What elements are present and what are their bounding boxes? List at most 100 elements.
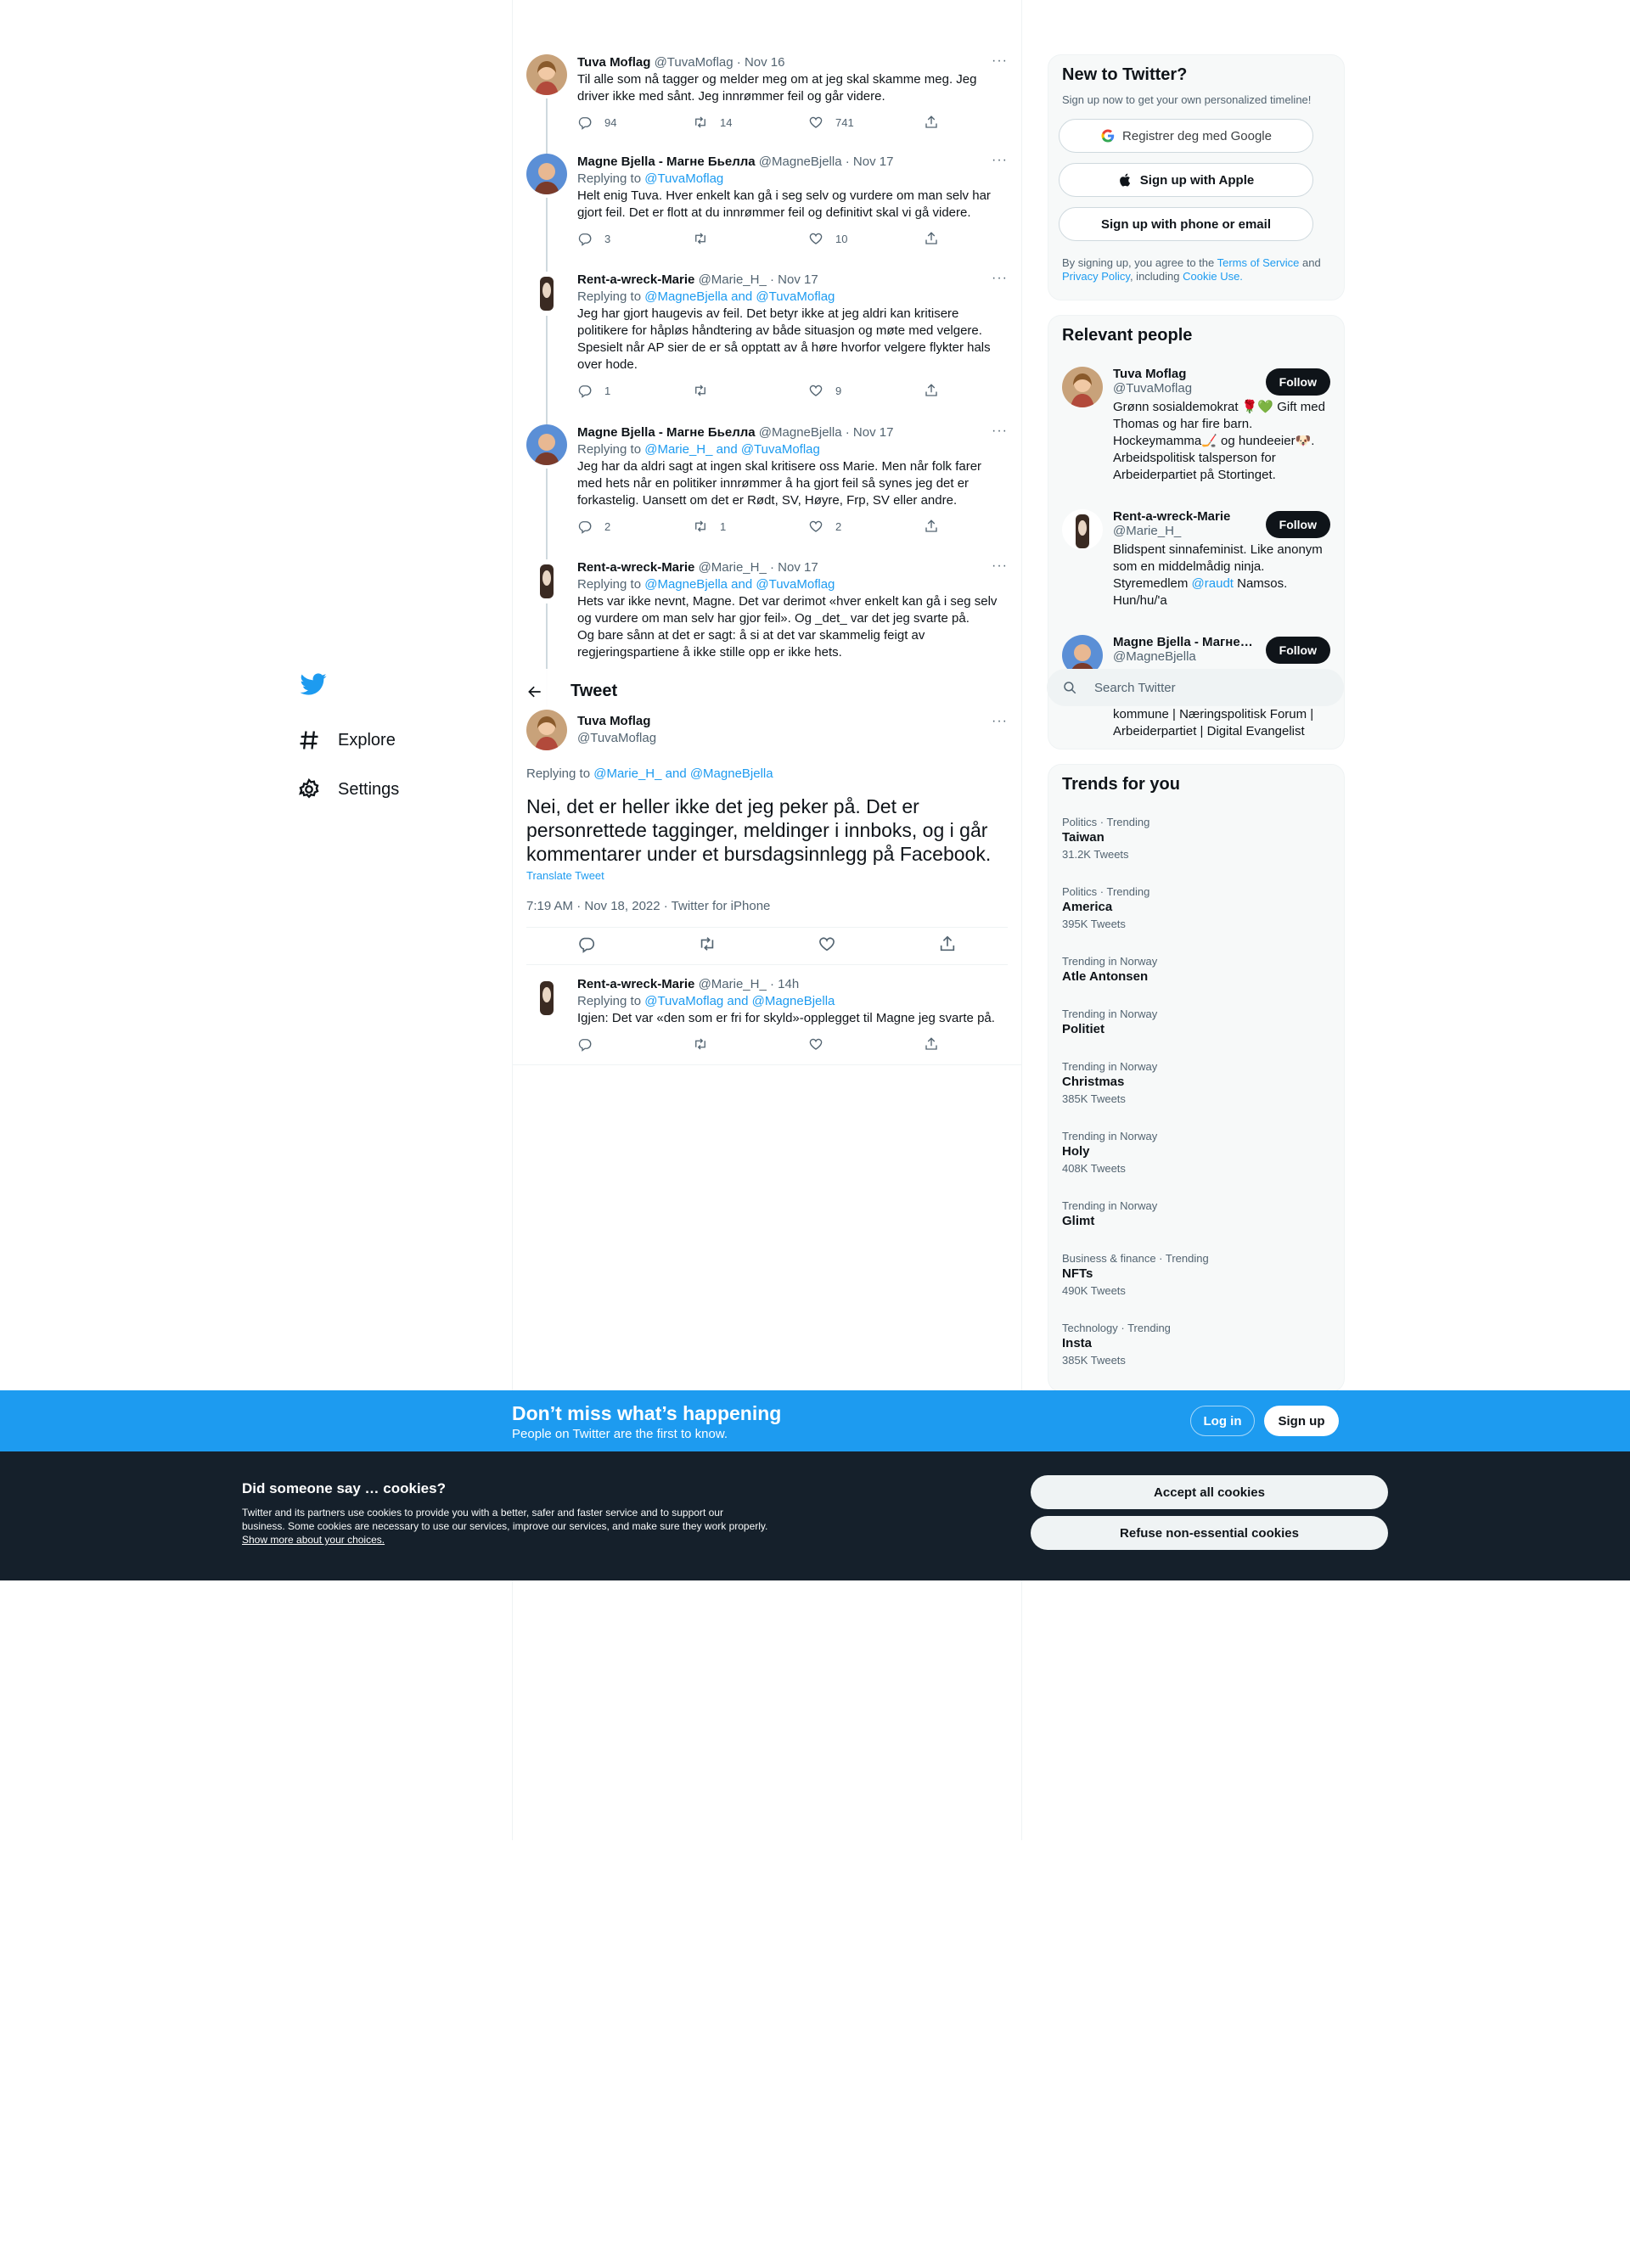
reply-button[interactable]: 1 <box>577 383 693 398</box>
like-button[interactable]: 10 <box>808 231 924 246</box>
tweet-date[interactable]: Nov 17 <box>853 154 894 169</box>
avatar[interactable] <box>526 559 567 600</box>
person-cell[interactable]: Rent-a-wreck-Marie @Marie_H_ Follow Blid… <box>1062 509 1330 609</box>
avatar[interactable] <box>526 154 567 194</box>
refuse-cookies-button[interactable]: Refuse non-essential cookies <box>1031 1516 1388 1550</box>
terms-link[interactable]: Terms of Service <box>1217 256 1300 269</box>
trend-item[interactable]: Politics · Trending Taiwan 31.2K Tweets <box>1062 816 1330 862</box>
trend-item[interactable]: Trending in Norway Politiet <box>1062 1008 1330 1038</box>
trend-item[interactable]: Trending in Norway Atle Antonsen <box>1062 955 1330 985</box>
avatar[interactable] <box>526 272 567 312</box>
author-name[interactable]: Rent-a-wreck-Marie <box>577 560 694 575</box>
person-handle[interactable]: @Marie_H_ <box>1113 524 1254 538</box>
trend-item[interactable]: Politics · Trending America 395K Tweets <box>1062 885 1330 931</box>
more-icon[interactable]: ··· <box>992 154 1008 167</box>
retweet-button[interactable] <box>693 383 808 398</box>
back-arrow-icon[interactable] <box>526 683 543 700</box>
replying-link[interactable]: @TuvaMoflag <box>644 171 723 186</box>
like-button[interactable]: 741 <box>808 115 924 130</box>
thread-tweet[interactable]: Rent-a-wreck-Marie @Marie_H_ · Nov 17 ··… <box>526 272 1008 424</box>
more-icon[interactable]: ··· <box>992 272 1008 285</box>
follow-button[interactable]: Follow <box>1265 511 1330 538</box>
person-handle[interactable]: @TuvaMoflag <box>1113 381 1254 396</box>
avatar[interactable] <box>1062 509 1103 550</box>
phone-email-signup-button[interactable]: Sign up with phone or email <box>1059 207 1313 241</box>
author-handle[interactable]: @Marie_H_ <box>699 272 767 287</box>
like-button[interactable]: 2 <box>808 519 924 534</box>
person-name[interactable]: Rent-a-wreck-Marie <box>1113 509 1254 524</box>
author-name[interactable]: Magne Bjella - Магне Бьелла <box>577 425 756 440</box>
google-signup-button[interactable]: Registrer deg med Google <box>1059 119 1313 153</box>
author-handle[interactable]: @TuvaMoflag <box>655 55 734 70</box>
like-button[interactable]: 9 <box>808 383 924 398</box>
replying-link[interactable]: @TuvaMoflag and @MagneBjella <box>644 994 835 1008</box>
author-handle[interactable]: @MagneBjella <box>759 425 842 440</box>
cookie-use-link[interactable]: Cookie Use. <box>1183 270 1243 283</box>
more-icon[interactable]: ··· <box>992 715 1008 728</box>
heart-icon[interactable] <box>818 935 836 953</box>
author-name[interactable]: Magne Bjella - Магне Бьелла <box>577 154 756 169</box>
share-button[interactable] <box>924 1036 951 1052</box>
replying-link[interactable]: @Marie_H_ and @MagneBjella <box>593 766 773 781</box>
share-button[interactable] <box>924 115 951 130</box>
replying-link[interactable]: @MagneBjella and @TuvaMoflag <box>644 577 835 592</box>
apple-signup-button[interactable]: Sign up with Apple <box>1059 163 1313 197</box>
share-button[interactable] <box>924 231 951 246</box>
nav-settings[interactable]: Settings <box>297 765 509 814</box>
person-name[interactable]: Tuva Moflag <box>1113 367 1254 381</box>
search-bar[interactable] <box>1047 669 1344 706</box>
nav-explore[interactable]: Explore <box>297 716 509 765</box>
replying-link[interactable]: @Marie_H_ and @TuvaMoflag <box>644 442 820 457</box>
tweet-date[interactable]: Nov 16 <box>745 55 785 70</box>
retweet-button[interactable]: 14 <box>693 115 808 130</box>
trend-item[interactable]: Business & finance · Trending NFTs 490K Tw… <box>1062 1252 1330 1298</box>
search-input[interactable] <box>1094 680 1315 695</box>
avatar[interactable] <box>526 424 567 465</box>
thread-tweet[interactable]: Tuva Moflag @TuvaMoflag · Nov 16 ··· Til… <box>526 54 1008 194</box>
tweet-date[interactable]: Nov 17 <box>853 425 894 440</box>
twitter-logo-icon[interactable] <box>299 671 328 699</box>
trend-item[interactable]: Trending in Norway Glimt <box>1062 1199 1330 1230</box>
privacy-link[interactable]: Privacy Policy <box>1062 270 1130 283</box>
author-name[interactable]: Tuva Moflag <box>577 55 650 70</box>
more-icon[interactable]: ··· <box>992 424 1008 438</box>
person-handle[interactable]: @MagneBjella <box>1113 649 1254 664</box>
avatar[interactable] <box>1062 367 1103 407</box>
retweet-icon[interactable] <box>698 935 717 953</box>
reply-tweet[interactable]: Rent-a-wreck-Marie @Marie_H_ · 14h Reply… <box>513 976 1021 1065</box>
cookie-choices-link[interactable]: Show more about your choices. <box>242 1534 385 1546</box>
reply-button[interactable]: 3 <box>577 231 693 246</box>
trend-item[interactable]: Technology · Trending Insta 385K Tweets <box>1062 1322 1330 1367</box>
person-cell[interactable]: Magne Bjella - Магне ... @MagneBjella Fo… <box>1062 635 1330 664</box>
more-icon[interactable]: ··· <box>992 54 1008 68</box>
follow-button[interactable]: Follow <box>1265 637 1330 664</box>
thread-tweet[interactable]: Rent-a-wreck-Marie @Marie_H_ · Nov 17 ··… <box>526 559 1008 707</box>
author-handle[interactable]: @MagneBjella <box>759 154 842 169</box>
signup-button[interactable]: Sign up <box>1264 1406 1339 1436</box>
person-cell[interactable]: Tuva Moflag @TuvaMoflag Follow Grønn sos… <box>1062 367 1330 484</box>
like-button[interactable] <box>808 1036 924 1052</box>
reply-button[interactable]: 94 <box>577 115 693 130</box>
avatar[interactable] <box>526 54 567 95</box>
more-icon[interactable]: ··· <box>992 559 1008 573</box>
reply-icon[interactable] <box>577 935 596 953</box>
avatar[interactable] <box>526 710 567 750</box>
author-name[interactable]: Tuva Moflag <box>577 713 656 730</box>
retweet-button[interactable] <box>693 1036 808 1052</box>
author-name[interactable]: Rent-a-wreck-Marie <box>577 272 694 287</box>
thread-tweet[interactable]: Magne Bjella - Магне Бьелла @MagneBjella… <box>526 154 1008 306</box>
trend-item[interactable]: Trending in Norway Holy 408K Tweets <box>1062 1130 1330 1176</box>
bio-link[interactable]: @raudt <box>1192 576 1234 591</box>
tweet-date[interactable]: Nov 17 <box>778 272 818 287</box>
share-button[interactable] <box>924 519 951 534</box>
share-icon[interactable] <box>938 935 957 953</box>
avatar[interactable] <box>526 976 567 1017</box>
trend-item[interactable]: Trending in Norway Christmas 385K Tweets <box>1062 1060 1330 1106</box>
tweet-date[interactable]: Nov 17 <box>778 560 818 575</box>
person-name[interactable]: Magne Bjella - Магне ... <box>1113 635 1254 649</box>
login-button[interactable]: Log in <box>1190 1406 1255 1436</box>
share-button[interactable] <box>924 383 951 398</box>
accept-cookies-button[interactable]: Accept all cookies <box>1031 1475 1388 1509</box>
thread-tweet[interactable]: Magne Bjella - Магне Бьелла @MagneBjella… <box>526 424 1008 560</box>
translate-tweet-link[interactable]: Translate Tweet <box>526 869 1008 882</box>
